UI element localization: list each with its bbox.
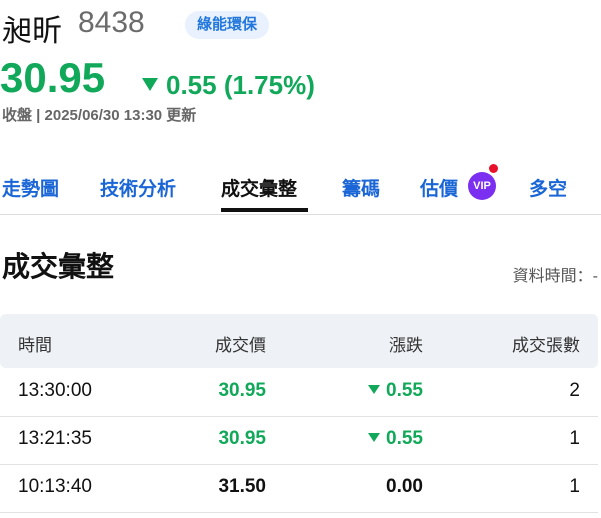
stock-code: 8438: [78, 6, 145, 39]
price-change: 0.55 (1.75%): [142, 70, 315, 101]
active-tab-underline: [221, 208, 308, 212]
row-time: 13:30:00: [18, 380, 92, 401]
table-header: 時間 成交價 漲跌 成交張數: [0, 314, 598, 368]
industry-tag[interactable]: 綠能環保: [185, 11, 270, 39]
row-change-value: 0.55: [386, 380, 423, 401]
down-triangle-icon: [368, 433, 381, 442]
data-time: 資料時間：-: [512, 268, 598, 285]
table-row: 13:30:00 30.95 0.55 2: [0, 368, 598, 417]
row-price: 30.95: [218, 428, 266, 449]
tab-trades[interactable]: 成交彙整: [221, 174, 297, 201]
tab-divider: [0, 214, 601, 215]
row-volume: 2: [569, 380, 580, 401]
current-price: 30.95: [0, 54, 106, 101]
notification-dot: [489, 164, 498, 173]
tab-long-short[interactable]: 多空: [529, 174, 567, 201]
row-change-value: 0.00: [386, 476, 423, 497]
table-row: 13:21:35 30.95 0.55 1: [0, 416, 598, 465]
down-triangle-icon: [368, 385, 381, 394]
price-change-text: 0.55 (1.75%): [166, 70, 315, 100]
header-time: 時間: [18, 336, 52, 355]
tab-chips[interactable]: 籌碼: [342, 174, 380, 201]
header-volume: 成交張數: [512, 336, 580, 355]
row-price: 31.50: [218, 476, 266, 497]
row-time: 10:13:40: [18, 476, 92, 497]
stock-name: 昶昕: [2, 15, 62, 48]
section-title: 成交彙整: [2, 251, 115, 282]
row-change: 0.00: [386, 476, 423, 498]
row-change: 0.55: [368, 380, 423, 402]
row-price: 30.95: [218, 380, 266, 401]
header-change: 漲跌: [389, 336, 423, 355]
header-price: 成交價: [215, 336, 266, 355]
row-change-value: 0.55: [386, 428, 423, 449]
update-time: 收盤 | 2025/06/30 13:30 更新: [2, 107, 197, 124]
table-row: 10:13:40 31.50 0.00 1: [0, 464, 598, 513]
tab-valuation[interactable]: 估價: [420, 174, 458, 201]
row-time: 13:21:35: [18, 428, 92, 449]
row-change: 0.55: [368, 428, 423, 450]
row-volume: 1: [569, 476, 580, 497]
down-triangle-icon: [142, 78, 158, 91]
tab-technical[interactable]: 技術分析: [100, 174, 176, 201]
vip-badge: VIP: [468, 172, 496, 200]
row-volume: 1: [569, 428, 580, 449]
tab-chart[interactable]: 走勢圖: [2, 174, 59, 201]
